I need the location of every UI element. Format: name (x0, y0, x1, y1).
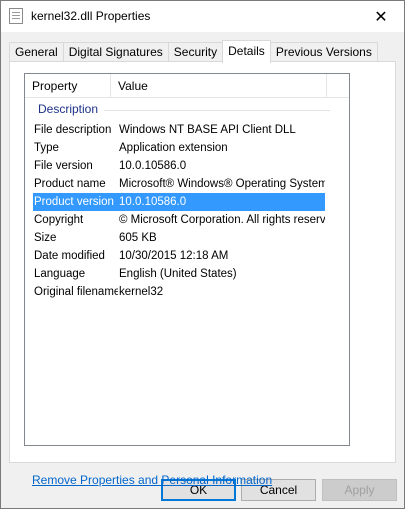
list-header: Property Value (25, 74, 349, 98)
tab-details[interactable]: Details (222, 40, 271, 63)
apply-button[interactable]: Apply (322, 479, 397, 501)
group-header[interactable]: Description (25, 100, 349, 118)
title-bar[interactable]: kernel32.dll Properties ✕ (1, 1, 404, 32)
property-name: File version (34, 160, 93, 172)
tab-security[interactable]: Security (167, 42, 224, 62)
property-value: Windows NT BASE API Client DLL (119, 124, 296, 136)
property-value: Application extension (119, 142, 228, 154)
close-button[interactable]: ✕ (358, 1, 404, 32)
close-icon: ✕ (374, 8, 388, 26)
property-value: 10.0.10586.0 (119, 196, 187, 208)
tab-previous-versions[interactable]: Previous Versions (269, 42, 378, 62)
list-item[interactable]: Language English (United States) (25, 265, 349, 283)
property-name: Date modified (34, 250, 105, 262)
property-value: 605 KB (119, 232, 157, 244)
tab-digital-signatures[interactable]: Digital Signatures (62, 42, 169, 62)
list-item[interactable]: Product name Microsoft® Windows® Operati… (25, 175, 349, 193)
tab-general[interactable]: General (9, 42, 64, 62)
window-title: kernel32.dll Properties (31, 9, 151, 23)
property-value: kernel32 (119, 286, 164, 298)
property-name: Original filename (34, 286, 118, 298)
list-item[interactable]: Original filename kernel32 (25, 283, 349, 301)
column-header-value[interactable]: Value (111, 74, 327, 98)
group-divider (104, 110, 330, 111)
property-name: Language (34, 268, 86, 280)
property-value: English (United States) (119, 268, 237, 280)
details-list[interactable]: Property Value Description File descript… (24, 73, 350, 446)
list-item[interactable]: Copyright © Microsoft Corporation. All r… (25, 211, 349, 229)
list-item[interactable]: Type Application extension (25, 139, 349, 157)
list-item[interactable]: File description Windows NT BASE API Cli… (25, 121, 349, 139)
remove-properties-link[interactable]: Remove Properties and Personal Informati… (32, 473, 272, 487)
list-item[interactable]: Date modified 10/30/2015 12:18 AM (25, 247, 349, 265)
property-value: 10.0.10586.0 (119, 160, 187, 172)
property-value: 10/30/2015 12:18 AM (119, 250, 229, 262)
property-name: File description (34, 124, 112, 136)
property-name: Copyright (34, 214, 84, 226)
property-name: Type (34, 142, 59, 154)
property-name: Size (34, 232, 57, 244)
list-item[interactable]: File version 10.0.10586.0 (25, 157, 349, 175)
property-value: Microsoft® Windows® Operating System (119, 178, 325, 190)
document-icon (9, 8, 23, 24)
list-item-selected[interactable]: Product version 10.0.10586.0 (25, 193, 349, 211)
dialog-client-area: General Digital Signatures Security Deta… (1, 32, 404, 508)
details-tab-panel: Property Value Description File descript… (9, 61, 396, 487)
tab-strip: General Digital Signatures Security Deta… (9, 40, 378, 63)
column-header-property[interactable]: Property (25, 74, 111, 98)
property-name: Product version (34, 196, 114, 208)
property-value: © Microsoft Corporation. All rights rese… (119, 214, 325, 226)
group-label: Description (38, 102, 99, 116)
property-name: Product name (34, 178, 106, 190)
list-item[interactable]: Size 605 KB (25, 229, 349, 247)
properties-dialog: kernel32.dll Properties ✕ General Digita… (0, 0, 405, 509)
